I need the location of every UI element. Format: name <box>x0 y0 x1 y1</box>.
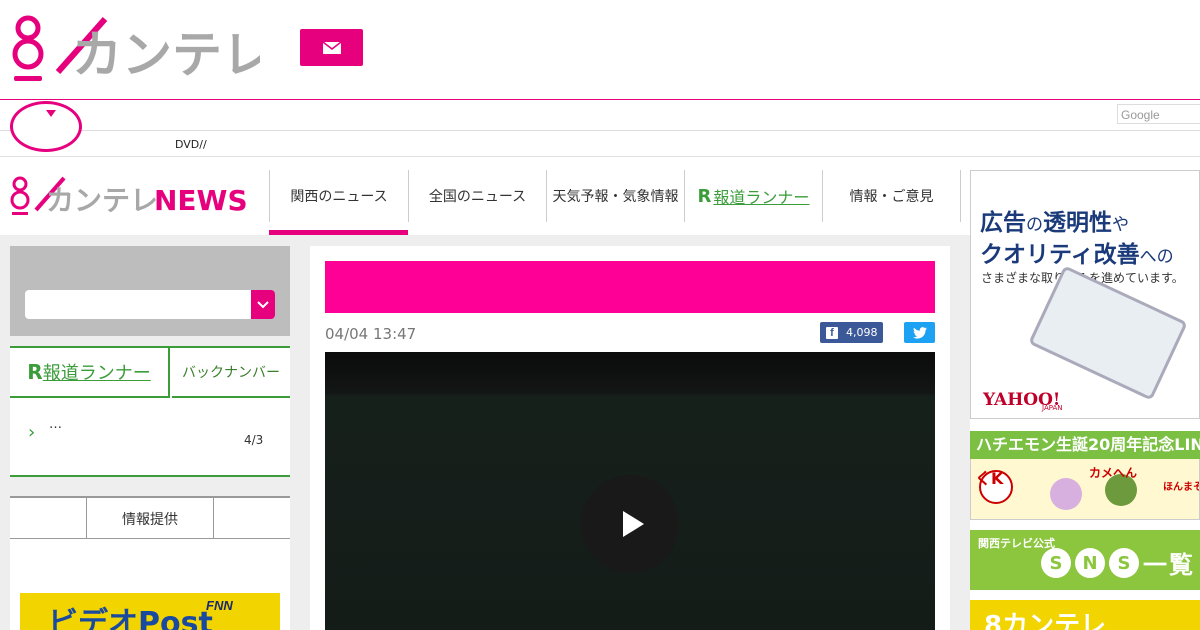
ad-headline-2: クオリティ改善への <box>980 242 1174 268</box>
utility-bar <box>0 100 1200 131</box>
tab-kansai-news[interactable]: 関西のニュース <box>269 170 408 222</box>
dvd-link[interactable]: DVD// <box>175 138 207 151</box>
article-timestamp: 04/04 13:47 <box>325 325 417 343</box>
facebook-share-count: 4,098 <box>846 326 878 339</box>
svg-text:NEWS: NEWS <box>154 184 248 217</box>
sns-letter-n: N <box>1075 548 1105 578</box>
svg-text:カンテレ: カンテレ <box>46 184 158 217</box>
sns-banner-text: 一覧 <box>1143 551 1195 579</box>
tab-weather[interactable]: 天気予報・気象情報 <box>546 170 684 222</box>
mail-button[interactable] <box>300 29 363 66</box>
sns-banner-label: 関西テレビ公式 <box>978 537 1055 550</box>
svg-text:ビデオPost: ビデオPost <box>48 606 213 630</box>
runner-r-icon: R <box>697 185 712 207</box>
caret-down-icon <box>46 110 56 117</box>
runner-item-date: 4/3 <box>244 433 264 447</box>
select-dropdown-button[interactable] <box>251 290 275 319</box>
backnumber-link[interactable]: バックナンバー <box>172 348 290 398</box>
play-button[interactable] <box>581 475 679 573</box>
sns-letter-s2: S <box>1109 548 1139 578</box>
google-search-input[interactable]: Google <box>1117 104 1200 124</box>
kantele-banner[interactable]: 8カンテレ <box>970 600 1200 630</box>
twitter-share-button[interactable] <box>904 322 935 343</box>
runner-r-icon: R <box>27 360 43 384</box>
runner-item-title[interactable]: … <box>49 417 62 432</box>
facebook-share-button[interactable]: f 4,098 <box>820 322 883 343</box>
ad-headline-1: 広告の透明性や <box>980 210 1129 236</box>
logo-text: カンテレ <box>72 26 260 84</box>
facebook-icon: f <box>826 326 838 339</box>
svg-text:8カンテレ: 8カンテレ <box>984 611 1106 630</box>
sns-letter-s1: S <box>1041 548 1071 578</box>
svg-text:くK: くK <box>975 469 1004 488</box>
chevron-down-icon <box>257 300 269 308</box>
mail-icon <box>322 41 341 54</box>
tab-hodo-runner-label: 報道ランナー <box>713 188 810 207</box>
tab-info-provision[interactable]: 情報提供 <box>86 498 214 539</box>
twitter-icon <box>912 326 927 339</box>
headline-bar <box>325 261 935 313</box>
yahoo-japan-label: JAPAN <box>1042 404 1063 412</box>
category-select[interactable] <box>25 290 275 319</box>
chevron-right-icon: › <box>28 422 36 443</box>
kantele-logo[interactable]: カンテレ <box>10 14 272 84</box>
hodo-runner-logo-text: 報道ランナー <box>42 363 151 384</box>
hodo-runner-logo[interactable]: R 報道ランナー <box>10 348 170 398</box>
tab-national-news[interactable]: 全国のニュース <box>408 170 546 222</box>
svg-text:ほんまそれっ!: ほんまそれっ! <box>1163 481 1200 493</box>
hachiemon-banner-title: ハチエモン生誕20周年記念LINE <box>970 431 1200 459</box>
nav-divider <box>960 170 961 222</box>
play-icon <box>622 511 644 537</box>
tab-hodo-runner[interactable]: R 報道ランナー <box>684 170 822 222</box>
tab-info-feedback[interactable]: 情報・ご意見 <box>822 170 960 222</box>
video-post-banner[interactable]: FNN ビデオPost <box>20 593 280 630</box>
svg-text:カメへん: カメへん <box>1089 466 1137 480</box>
kantele-news-logo[interactable]: カンテレ NEWS <box>10 176 250 218</box>
